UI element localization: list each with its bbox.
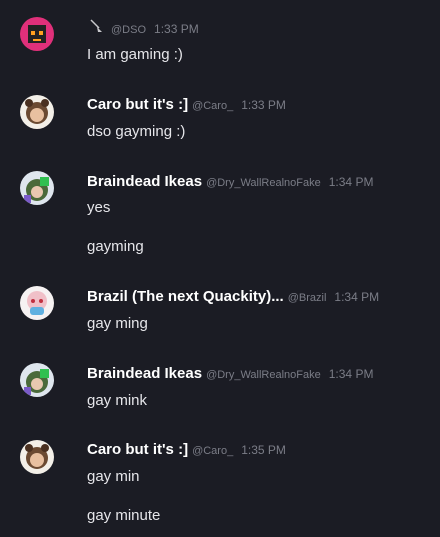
user-handle[interactable]: @Dry_WallRealnoFake xyxy=(206,177,321,189)
message-text: gay mink xyxy=(87,392,148,409)
message-text: gayming xyxy=(87,238,144,255)
message-text: gay min xyxy=(87,468,140,485)
avatar[interactable] xyxy=(20,95,54,129)
timestamp: 1:35 PM xyxy=(241,443,286,457)
avatar[interactable] xyxy=(20,171,54,205)
timestamp: 1:34 PM xyxy=(328,367,374,381)
avatar[interactable] xyxy=(20,17,54,51)
message-text: dso gayming :) xyxy=(87,123,186,140)
message-text: I am gaming :) xyxy=(87,46,183,63)
message-text: gay minute xyxy=(87,507,161,524)
username[interactable]: Caro but it's :] xyxy=(87,96,188,113)
user-handle[interactable]: @DSO xyxy=(111,24,146,36)
user-handle[interactable]: @Brazil xyxy=(288,292,327,304)
message-header: Brazil (The next Quackity)... @Brazil 1:… xyxy=(87,288,379,305)
avatar[interactable] xyxy=(20,286,54,320)
timestamp: 1:34 PM xyxy=(328,175,374,189)
message-header: Braindead Ikeas @Dry_WallRealnoFake 1:34… xyxy=(87,365,373,382)
username[interactable]: Braindead Ikeas xyxy=(87,173,202,190)
chat-message-list: @DSO 1:33 PM I am gaming :) Caro but it'… xyxy=(0,0,440,537)
user-handle[interactable]: @Caro_ xyxy=(192,100,233,112)
avatar[interactable] xyxy=(20,440,54,474)
avatar[interactable] xyxy=(20,363,54,397)
timestamp: 1:34 PM xyxy=(334,290,380,304)
message-header: @DSO 1:33 PM xyxy=(87,19,199,36)
user-handle[interactable]: @Caro_ xyxy=(192,445,233,457)
message-header: Caro but it's :] @Caro_ 1:33 PM xyxy=(87,96,286,113)
message-header: Braindead Ikeas @Dry_WallRealnoFake 1:34… xyxy=(87,173,373,190)
username[interactable]: Brazil (The next Quackity)... xyxy=(87,288,284,305)
username[interactable]: Braindead Ikeas xyxy=(87,365,202,382)
message-text: yes xyxy=(87,199,111,216)
user-handle[interactable]: @Dry_WallRealnoFake xyxy=(206,369,321,381)
broom-icon xyxy=(87,19,105,33)
timestamp: 1:33 PM xyxy=(154,22,199,36)
message-text: gay ming xyxy=(87,315,148,332)
timestamp: 1:33 PM xyxy=(241,98,286,112)
username[interactable]: Caro but it's :] xyxy=(87,441,188,458)
message-header: Caro but it's :] @Caro_ 1:35 PM xyxy=(87,441,286,458)
